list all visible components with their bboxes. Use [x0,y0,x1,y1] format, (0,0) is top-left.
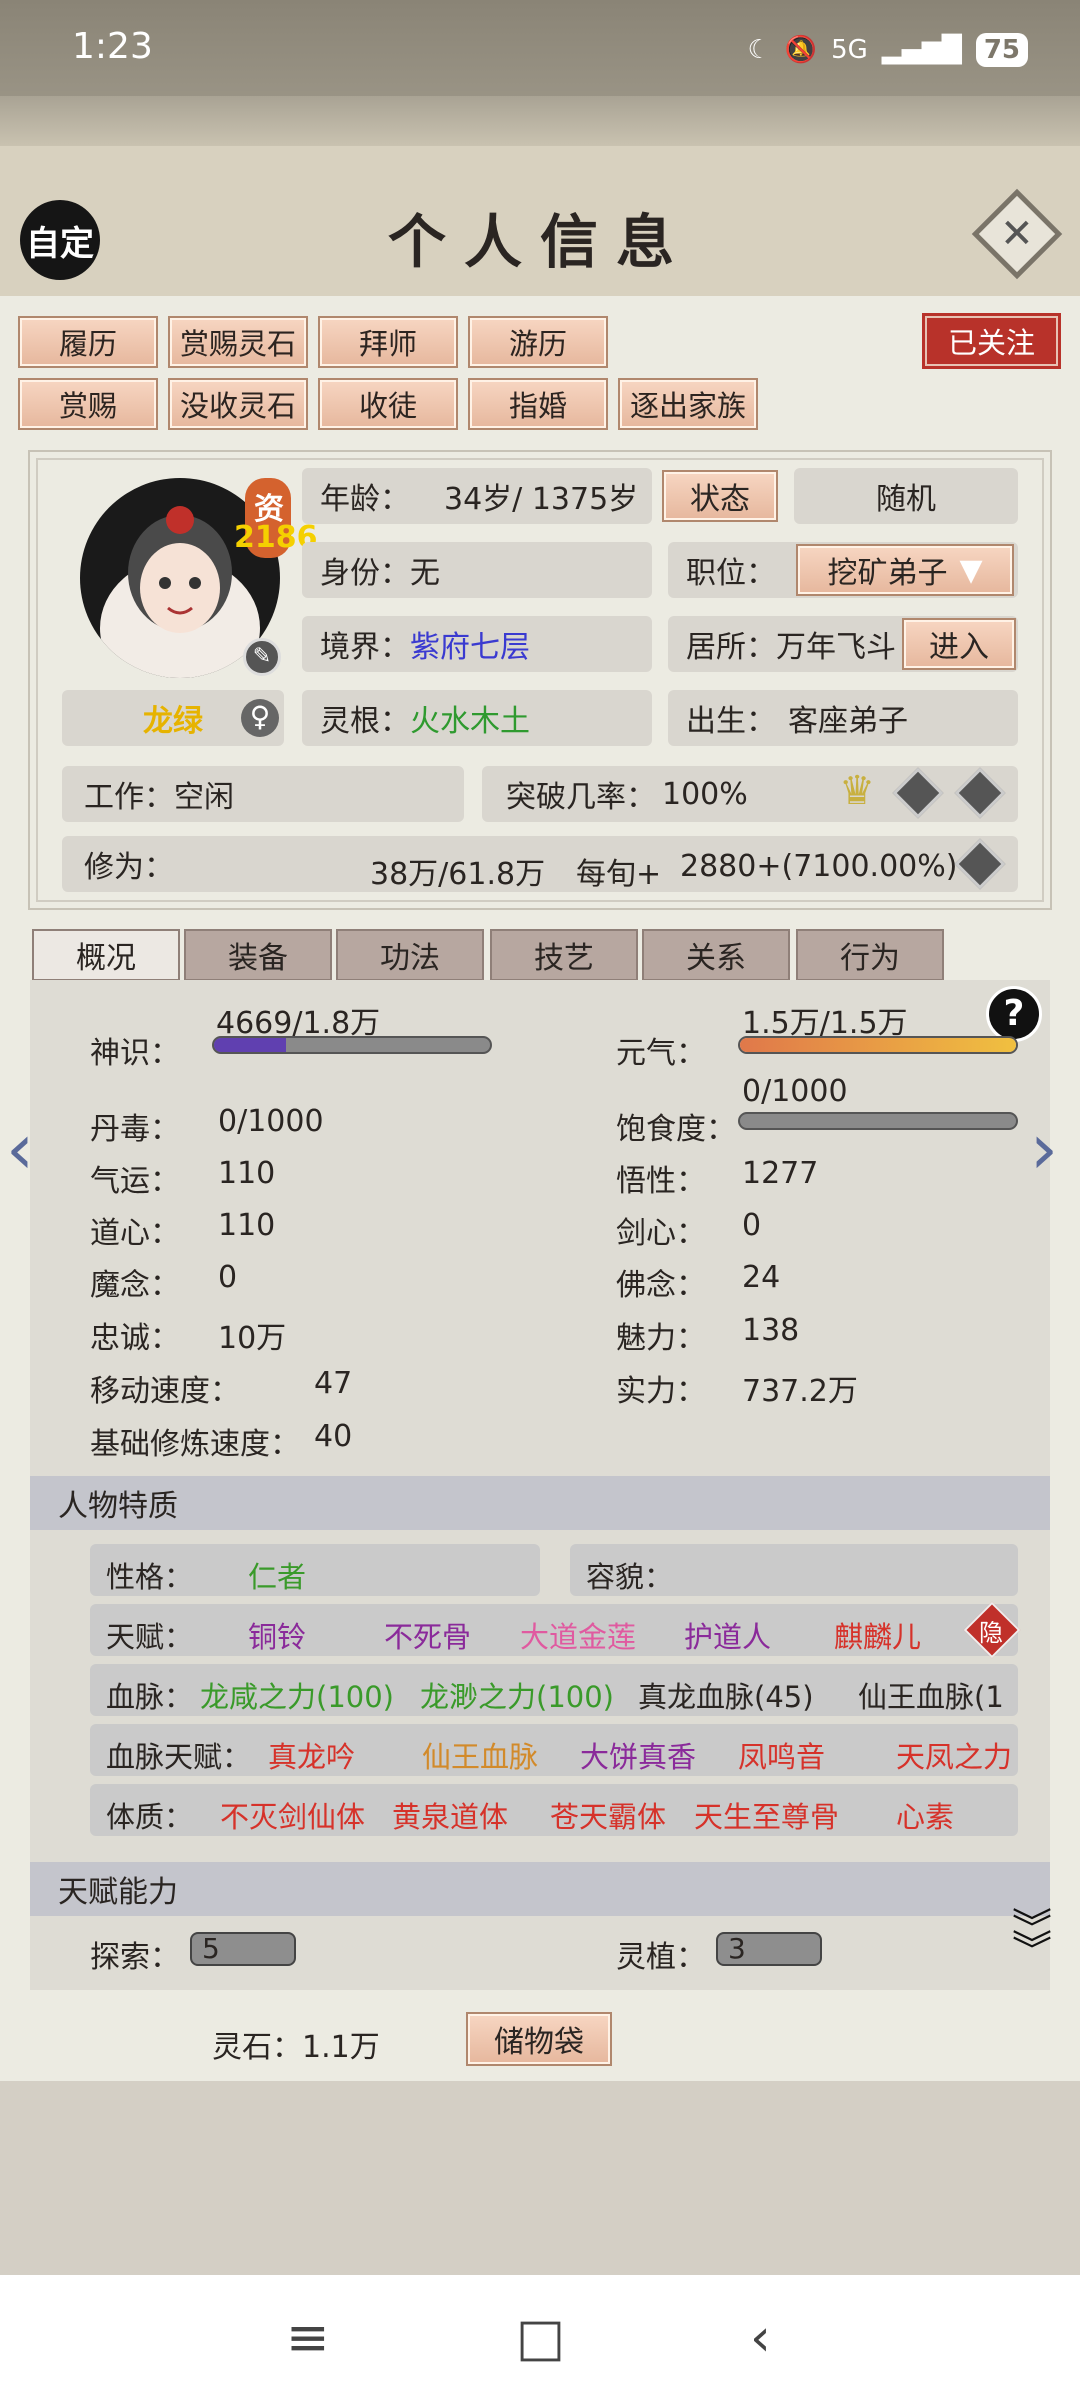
reward-stones-button[interactable]: 赏赐灵石 [168,316,308,368]
per-turn-label: 每旬+ [576,857,662,892]
expel-button[interactable]: 逐出家族 [618,378,758,430]
speed-label: 移动速度： [90,1374,240,1409]
qiyun-value: 110 [218,1156,276,1191]
qiyun-label: 气运： [90,1164,180,1199]
daoxin-label: 道心： [90,1216,180,1251]
take-disciple-button[interactable]: 收徒 [318,378,458,430]
wuxing-value: 1277 [742,1156,819,1191]
enter-button[interactable]: 进入 [902,618,1016,670]
spirit-root-field: 灵根： 火水木土 [302,690,652,746]
yuanqi-bar [738,1036,1018,1054]
close-icon: ✕ [1000,210,1034,257]
personality-row: 性格： 仁者 [90,1544,540,1596]
speed-value: 47 [314,1366,353,1401]
zhongcheng-label: 忠诚： [90,1321,180,1356]
arrange-marriage-button[interactable]: 指婚 [468,378,608,430]
decorative-border [0,96,1080,146]
status-time: 1:23 [72,26,153,67]
yuanqi-label: 元气： [616,1036,706,1071]
status-icons: ☾ 🔕 5G ▂▄▆█ 75 [747,22,1028,78]
wuxing-label: 悟性： [616,1164,706,1199]
monian-label: 魔念： [90,1268,180,1303]
history-button[interactable]: 履历 [18,316,158,368]
confiscate-stones-button[interactable]: 没收灵石 [168,378,308,430]
looks-row: 容貌： [570,1544,1018,1596]
tab-behavior[interactable]: 行为 [796,929,944,981]
hide-badge[interactable]: 隐 [979,1613,1003,1648]
menu-icon[interactable]: ≡ [286,2308,330,2368]
next-arrow-icon[interactable]: › [1030,1108,1058,1190]
dandu-label: 丹毒： [90,1112,180,1147]
dandu-value: 0/1000 [218,1104,324,1139]
tab-skills[interactable]: 功法 [336,929,484,981]
age-field: 年龄： 34岁/ 1375岁 [302,468,652,524]
explore-value: 5 [190,1932,296,1966]
birth-field: 出生： 客座弟子 [668,690,1018,746]
storage-bag-button[interactable]: 储物袋 [466,2012,612,2066]
talent-row: 天赋： 铜铃 不死骨 大道金莲 护道人 麒麟儿 [90,1604,1018,1656]
identity-field: 身份：无 [302,542,652,598]
travel-button[interactable]: 游历 [468,316,608,368]
baoshi-value: 0/1000 [742,1074,848,1109]
meili-label: 魅力： [616,1321,706,1356]
per-turn-value: 2880+(7100.00%) [680,849,958,884]
chevron-down-icon: ▼ [959,552,983,588]
daoxin-value: 110 [218,1208,276,1243]
help-icon[interactable]: ? [986,986,1042,1042]
shili-value: 737.2万 [742,1374,858,1409]
moon-icon: ☾ [747,35,771,65]
bloodline-row: 血脉： 龙咸之力(100) 龙渺之力(100) 真龙血脉(45) 仙王血脉(1 [90,1664,1018,1716]
spirit-stones-count: 灵石：1.1万 [212,2030,380,2065]
monian-value: 0 [218,1260,238,1295]
baoshi-bar [738,1112,1018,1130]
signal-icon: ▂▄▆█ [881,35,962,65]
status-button[interactable]: 状态 [662,470,778,522]
battery-indicator: 75 [975,33,1028,67]
bloodline-talent-row: 血脉天赋： 真龙吟 仙王血脉 大饼真香 凤鸣音 天凤之力 [90,1724,1018,1776]
back-icon[interactable]: ‹ [750,2308,771,2368]
physique-row: 体质： 不灭剑仙体 黄泉道体 苍天霸体 天生至尊骨 心素 [90,1784,1018,1836]
scroll-down-icon[interactable]: ︾ ︾ [1012,1909,1052,1971]
abilities-section-header: 天赋能力 [30,1862,1050,1916]
network-label: 5G [831,35,868,65]
base-speed-label: 基础修炼速度： [90,1427,300,1462]
reward-button[interactable]: 赏赐 [18,378,158,430]
explore-label: 探索： [90,1940,180,1975]
tab-crafts[interactable]: 技艺 [490,929,638,981]
edit-icon[interactable]: ✎ [243,638,281,676]
fonian-value: 24 [742,1260,781,1295]
jianxin-value: 0 [742,1208,762,1243]
tab-overview[interactable]: 概况 [32,929,180,981]
followed-badge[interactable]: 已关注 [925,316,1058,366]
shili-label: 实力： [616,1374,706,1409]
fonian-label: 佛念： [616,1268,706,1303]
tab-relations[interactable]: 关系 [642,929,790,981]
shenshi-label: 神识： [90,1036,180,1071]
breakthrough-icon[interactable]: ♛ [832,768,882,818]
baoshi-label: 饱食度： [616,1112,736,1147]
female-icon: ♀ [241,699,279,737]
random-button[interactable]: 随机 [794,468,1018,524]
plant-value: 3 [716,1932,822,1966]
prev-arrow-icon[interactable]: ‹ [6,1108,34,1190]
zhongcheng-value: 10万 [218,1321,287,1356]
meili-value: 138 [742,1313,800,1348]
job-field: 工作：空闲 [62,766,464,822]
cultivation-value: 38万/61.8万 [370,857,546,892]
realm-field: 境界： 紫府七层 [302,616,652,672]
page-title: 个人信息 [387,208,692,276]
home-icon[interactable]: □ [516,2308,565,2368]
shenshi-bar [212,1036,492,1054]
mute-icon: 🔕 [784,35,818,65]
plant-label: 灵植： [616,1940,706,1975]
jianxin-label: 剑心： [616,1216,706,1251]
traits-section-header: 人物特质 [30,1476,1050,1530]
position-dropdown[interactable]: 挖矿弟子 ▼ [796,544,1014,596]
base-speed-value: 40 [314,1419,353,1454]
apprentice-button[interactable]: 拜师 [318,316,458,368]
tab-equipment[interactable]: 装备 [184,929,332,981]
